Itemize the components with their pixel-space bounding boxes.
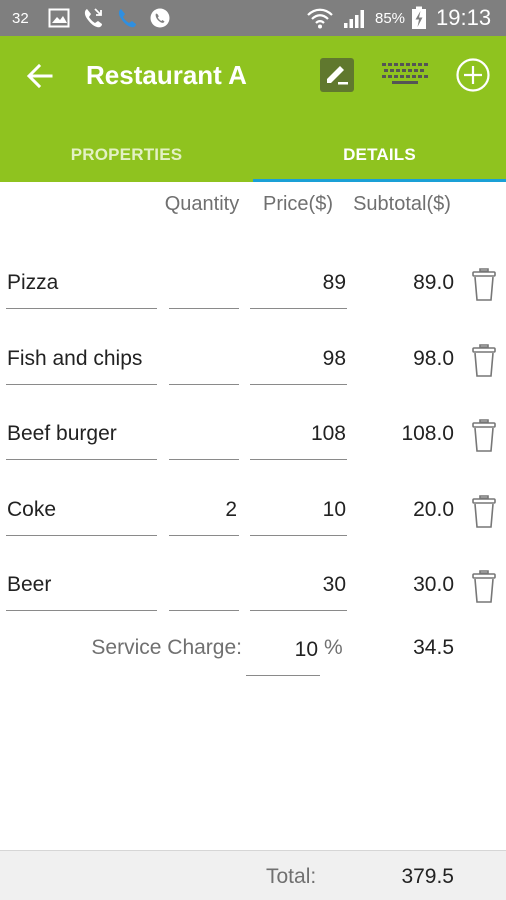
item-quantity-field[interactable] <box>169 333 239 385</box>
item-price-field[interactable]: 98 <box>250 333 347 385</box>
status-bar: 32 85% 19:13 <box>0 0 506 36</box>
service-charge-field[interactable]: 10 <box>246 624 320 676</box>
edit-icon[interactable] <box>318 56 356 94</box>
app-bar: Restaurant A PROPERTIES DETAILS <box>0 36 506 182</box>
table-row: Coke 2 10 20.0 <box>0 484 506 560</box>
trash-icon[interactable] <box>468 418 500 454</box>
item-subtotal: 108.0 <box>401 422 454 445</box>
phone-call-icon <box>116 0 138 36</box>
item-quantity-field[interactable] <box>169 408 239 460</box>
item-subtotal: 89.0 <box>413 271 454 294</box>
item-subtotal: 98.0 <box>413 347 454 370</box>
item-price-field[interactable]: 10 <box>250 484 347 536</box>
item-subtotal: 30.0 <box>413 573 454 596</box>
column-header-price: Price($) <box>262 193 333 215</box>
tab-properties[interactable]: PROPERTIES <box>0 128 253 182</box>
item-name-field[interactable]: Beef burger <box>6 408 157 460</box>
page-title: Restaurant A <box>86 60 247 90</box>
battery-percent: 85% <box>375 9 406 27</box>
total-bar: Total: 379.5 <box>0 850 506 900</box>
service-charge-unit: % <box>324 636 343 659</box>
total-label: Total: <box>266 865 317 888</box>
missed-call-icon <box>82 0 104 36</box>
item-name-field[interactable]: Fish and chips <box>6 333 157 385</box>
item-price-field[interactable]: 108 <box>250 408 347 460</box>
image-notification-icon <box>48 0 70 36</box>
item-quantity-field[interactable]: 2 <box>169 484 239 536</box>
signal-strength-icon <box>343 0 369 36</box>
table-row: Pizza 89 89.0 <box>0 257 506 333</box>
trash-icon[interactable] <box>468 343 500 379</box>
item-quantity-field[interactable] <box>169 559 239 611</box>
table-row: Fish and chips 98 98.0 <box>0 333 506 409</box>
whatsapp-icon <box>149 0 171 36</box>
battery-charging-icon <box>411 0 427 36</box>
item-name-field[interactable]: Coke <box>6 484 157 536</box>
tab-selected-indicator <box>253 179 506 182</box>
keyboard-icon[interactable] <box>380 60 430 90</box>
column-header-subtotal: Subtotal($) <box>353 193 451 215</box>
tab-details[interactable]: DETAILS <box>253 128 506 182</box>
wifi-icon <box>306 0 334 36</box>
trash-icon[interactable] <box>468 569 500 605</box>
item-quantity-field[interactable] <box>169 257 239 309</box>
clock: 19:13 <box>436 5 492 30</box>
table-row: Beef burger 108 108.0 <box>0 408 506 484</box>
back-arrow-icon[interactable] <box>22 58 58 94</box>
service-charge-label: Service Charge: <box>91 636 242 659</box>
item-price-field[interactable]: 30 <box>250 559 347 611</box>
trash-icon[interactable] <box>468 494 500 530</box>
item-price-field[interactable]: 89 <box>250 257 347 309</box>
trash-icon[interactable] <box>468 267 500 303</box>
item-name-field[interactable]: Beer <box>6 559 157 611</box>
notification-count: 32 <box>12 9 29 27</box>
item-subtotal: 20.0 <box>413 498 454 521</box>
total-value: 379.5 <box>401 865 454 888</box>
column-header-quantity: Quantity <box>164 193 240 215</box>
service-charge-subtotal: 34.5 <box>413 636 454 659</box>
item-name-field[interactable]: Pizza <box>6 257 157 309</box>
add-circle-icon[interactable] <box>455 57 491 93</box>
